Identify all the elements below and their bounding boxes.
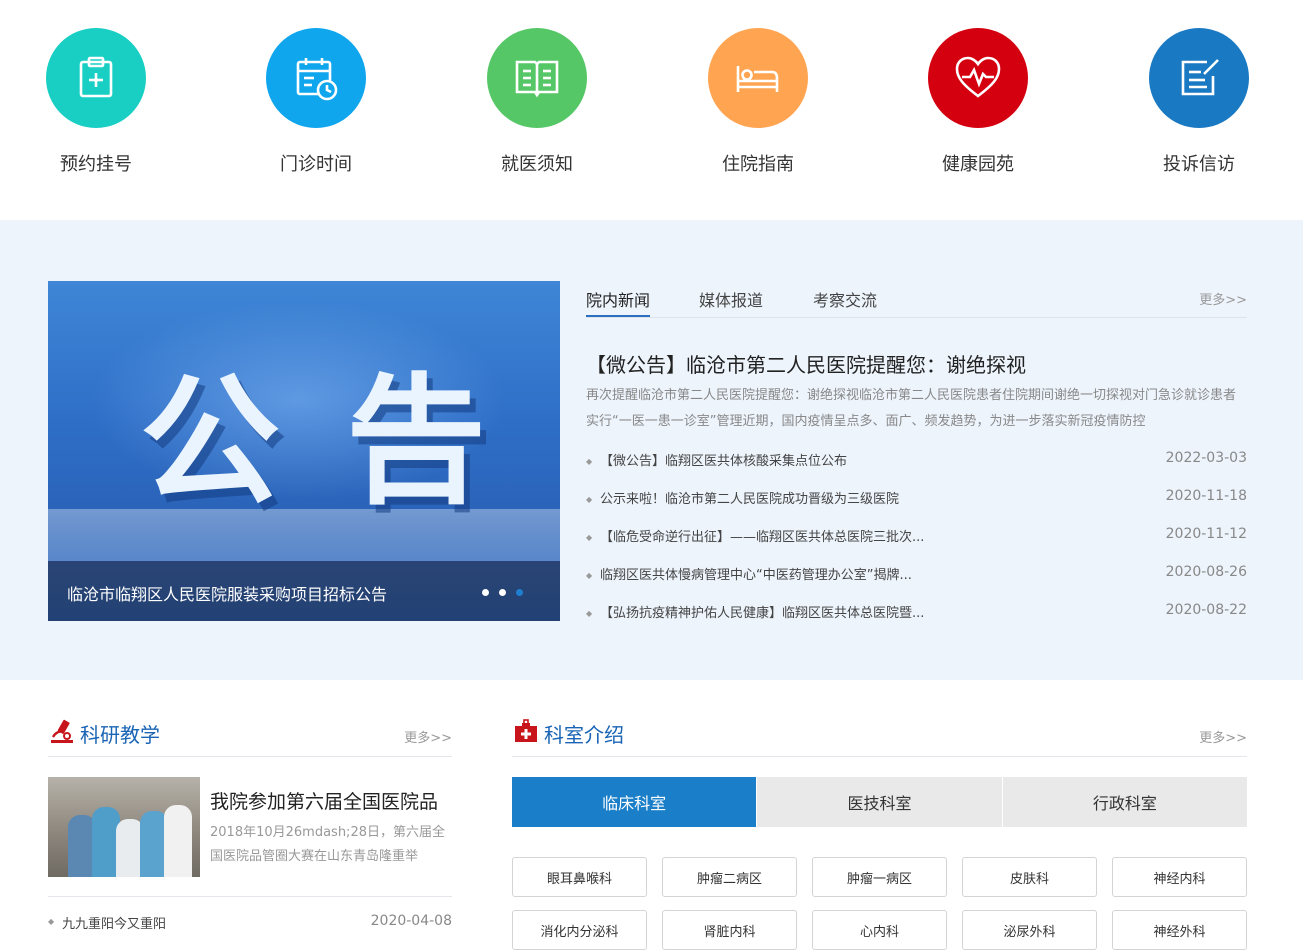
news-list: ◆ 【微公告】临翔区医共体核酸采集点位公布 2022-03-03 ◆ 公示来啦！…	[586, 448, 1247, 638]
quick-link-clinic-hours[interactable]: 门诊时间	[236, 28, 396, 188]
banner-char: 公	[140, 361, 281, 524]
quick-link-label: 预约挂号	[60, 154, 132, 175]
news-item-date: 2020-08-22	[1165, 602, 1247, 618]
department-button[interactable]: 肾脏内科	[662, 910, 797, 950]
bullet-icon: ◆	[586, 457, 593, 466]
news-item[interactable]: ◆ 【微公告】临翔区医共体核酸采集点位公布 2022-03-03	[586, 448, 1247, 486]
departments-section: 科室介绍 更多>> 临床科室 医技科室 行政科室 眼耳鼻喉科 肿瘤二病区 肿瘤一…	[512, 717, 1247, 951]
department-button[interactable]: 泌尿外科	[962, 910, 1097, 950]
departments-header: 科室介绍 更多>>	[512, 717, 1247, 757]
news-summary: 再次提醒临沧市第二人民医院提醒您：谢绝探视临沧市第二人民医院患者住院期间谢绝一切…	[586, 388, 1237, 429]
quick-link-label: 住院指南	[722, 154, 794, 175]
news-item[interactable]: ◆ 【临危受命逆行出征】——临翔区医共体总医院三批次... 2020-11-12	[586, 524, 1247, 562]
department-button[interactable]: 消化内分泌科	[512, 910, 647, 950]
quick-link-appointment[interactable]: 预约挂号	[16, 28, 176, 188]
open-book-icon	[487, 28, 587, 128]
banner-carousel[interactable]: 公 告 临沧市临翔区人民医院服装采购项目招标公告	[48, 281, 560, 621]
quick-link-health-garden[interactable]: 健康园苑	[898, 28, 1058, 188]
departments-title: 科室介绍	[544, 723, 624, 747]
tab-hospital-news[interactable]: 院内新闻	[586, 287, 651, 317]
research-title: 科研教学	[80, 723, 160, 747]
news-tabs: 院内新闻 媒体报道 考察交流 更多>>	[586, 281, 1247, 318]
news-item-date: 2020-11-18	[1165, 488, 1247, 504]
department-tabs: 临床科室 医技科室 行政科室	[512, 777, 1247, 827]
divider	[48, 896, 452, 897]
quick-link-label: 门诊时间	[280, 154, 352, 175]
department-button[interactable]: 肿瘤一病区	[812, 857, 947, 897]
news-item-title: 【临危受命逆行出征】——临翔区医共体总医院三批次...	[600, 530, 925, 545]
hospital-bed-icon	[708, 28, 808, 128]
carousel-dot[interactable]	[499, 589, 506, 596]
department-button[interactable]: 神经外科	[1112, 910, 1247, 950]
banner-caption[interactable]: 临沧市临翔区人民医院服装采购项目招标公告	[67, 581, 387, 605]
microscope-icon	[51, 719, 73, 743]
medical-kit-icon	[515, 719, 537, 742]
calendar-clock-icon	[266, 28, 366, 128]
news-item-title: 【微公告】临翔区医共体核酸采集点位公布	[600, 454, 848, 469]
news-item-title: 【弘扬抗疫精神护佑人民健康】临翔区医共体总医院暨...	[600, 606, 925, 621]
research-teaching-section: 科研教学 更多>> 我院参加第六届全国医院品 2018年10月26mdash;2…	[48, 717, 452, 951]
department-button[interactable]: 神经内科	[1112, 857, 1247, 897]
news-item[interactable]: ◆ 公示来啦！临沧市第二人民医院成功晋级为三级医院 2020-11-18	[586, 486, 1247, 524]
news-item[interactable]: ◆ 【弘扬抗疫精神护佑人民健康】临翔区医共体总医院暨... 2020-08-22	[586, 600, 1247, 638]
news-item-date: 2020-08-26	[1165, 564, 1247, 580]
research-item-date: 2020-04-08	[370, 913, 452, 929]
tab-clinical-departments[interactable]: 临床科室	[512, 777, 757, 827]
edit-form-icon	[1149, 28, 1249, 128]
quick-link-label: 健康园苑	[942, 154, 1014, 175]
bullet-icon: ◆	[586, 609, 593, 618]
research-more-link[interactable]: 更多>>	[404, 727, 452, 746]
bullet-icon: ◆	[48, 917, 55, 926]
clipboard-plus-icon	[46, 28, 146, 128]
quick-link-label: 投诉信访	[1163, 154, 1235, 175]
research-item[interactable]: ◆ 九九重阳今又重阳 2020-04-08	[48, 913, 452, 937]
tab-admin-departments[interactable]: 行政科室	[1002, 777, 1247, 827]
research-item-title: 九九重阳今又重阳	[62, 917, 167, 932]
carousel-dots	[482, 589, 523, 596]
news-headline[interactable]: 【微公告】临沧市第二人民医院提醒您：谢绝探视	[586, 349, 1026, 378]
bullet-icon: ◆	[586, 495, 593, 504]
quick-link-medical-notice[interactable]: 就医须知	[457, 28, 617, 188]
carousel-dot[interactable]	[482, 589, 489, 596]
tab-media-reports[interactable]: 媒体报道	[699, 287, 763, 317]
quick-link-complaints[interactable]: 投诉信访	[1119, 28, 1279, 188]
news-panel: 院内新闻 媒体报道 考察交流 更多>> 【微公告】临沧市第二人民医院提醒您：谢绝…	[586, 281, 1247, 621]
department-button[interactable]: 肿瘤二病区	[662, 857, 797, 897]
department-button[interactable]: 皮肤科	[962, 857, 1097, 897]
department-button[interactable]: 心内科	[812, 910, 947, 950]
quick-link-label: 就医须知	[501, 154, 573, 175]
banner-char: 告	[346, 361, 487, 524]
tab-visits-exchange[interactable]: 考察交流	[813, 287, 877, 317]
department-button[interactable]: 眼耳鼻喉科	[512, 857, 647, 897]
bullet-icon: ◆	[586, 533, 593, 542]
hospital-home-page: 预约挂号 门诊时间 就医须知 住院指南 健康园苑 投诉信访 公 告 临沧市临翔区…	[0, 0, 1303, 951]
research-header: 科研教学 更多>>	[48, 717, 452, 757]
carousel-dot-active[interactable]	[516, 589, 523, 596]
tab-medical-tech-departments[interactable]: 医技科室	[757, 777, 1002, 827]
news-item-title: 公示来啦！临沧市第二人民医院成功晋级为三级医院	[600, 492, 900, 507]
news-item-date: 2022-03-03	[1165, 450, 1247, 466]
research-thumbnail[interactable]	[48, 777, 200, 877]
news-item[interactable]: ◆ 临翔区医共体慢病管理中心“中医药管理办公室”揭牌... 2020-08-26	[586, 562, 1247, 600]
news-section: 公 告 临沧市临翔区人民医院服装采购项目招标公告 院内新闻 媒体报道 考察交流 …	[0, 220, 1303, 680]
departments-more-link[interactable]: 更多>>	[1199, 727, 1247, 746]
quick-links: 预约挂号 门诊时间 就医须知 住院指南 健康园苑 投诉信访	[0, 0, 1303, 220]
news-item-title: 临翔区医共体慢病管理中心“中医药管理办公室”揭牌...	[600, 568, 912, 583]
heart-pulse-icon	[928, 28, 1028, 128]
bullet-icon: ◆	[586, 571, 593, 580]
research-feature-desc: 2018年10月26mdash;28日，第六届全国医院品管圈大赛在山东青岛隆重举	[210, 825, 445, 864]
research-feature-title[interactable]: 我院参加第六届全国医院品	[210, 787, 438, 814]
quick-link-inpatient-guide[interactable]: 住院指南	[678, 28, 838, 188]
news-item-date: 2020-11-12	[1165, 526, 1247, 542]
news-more-link[interactable]: 更多>>	[1199, 289, 1247, 308]
